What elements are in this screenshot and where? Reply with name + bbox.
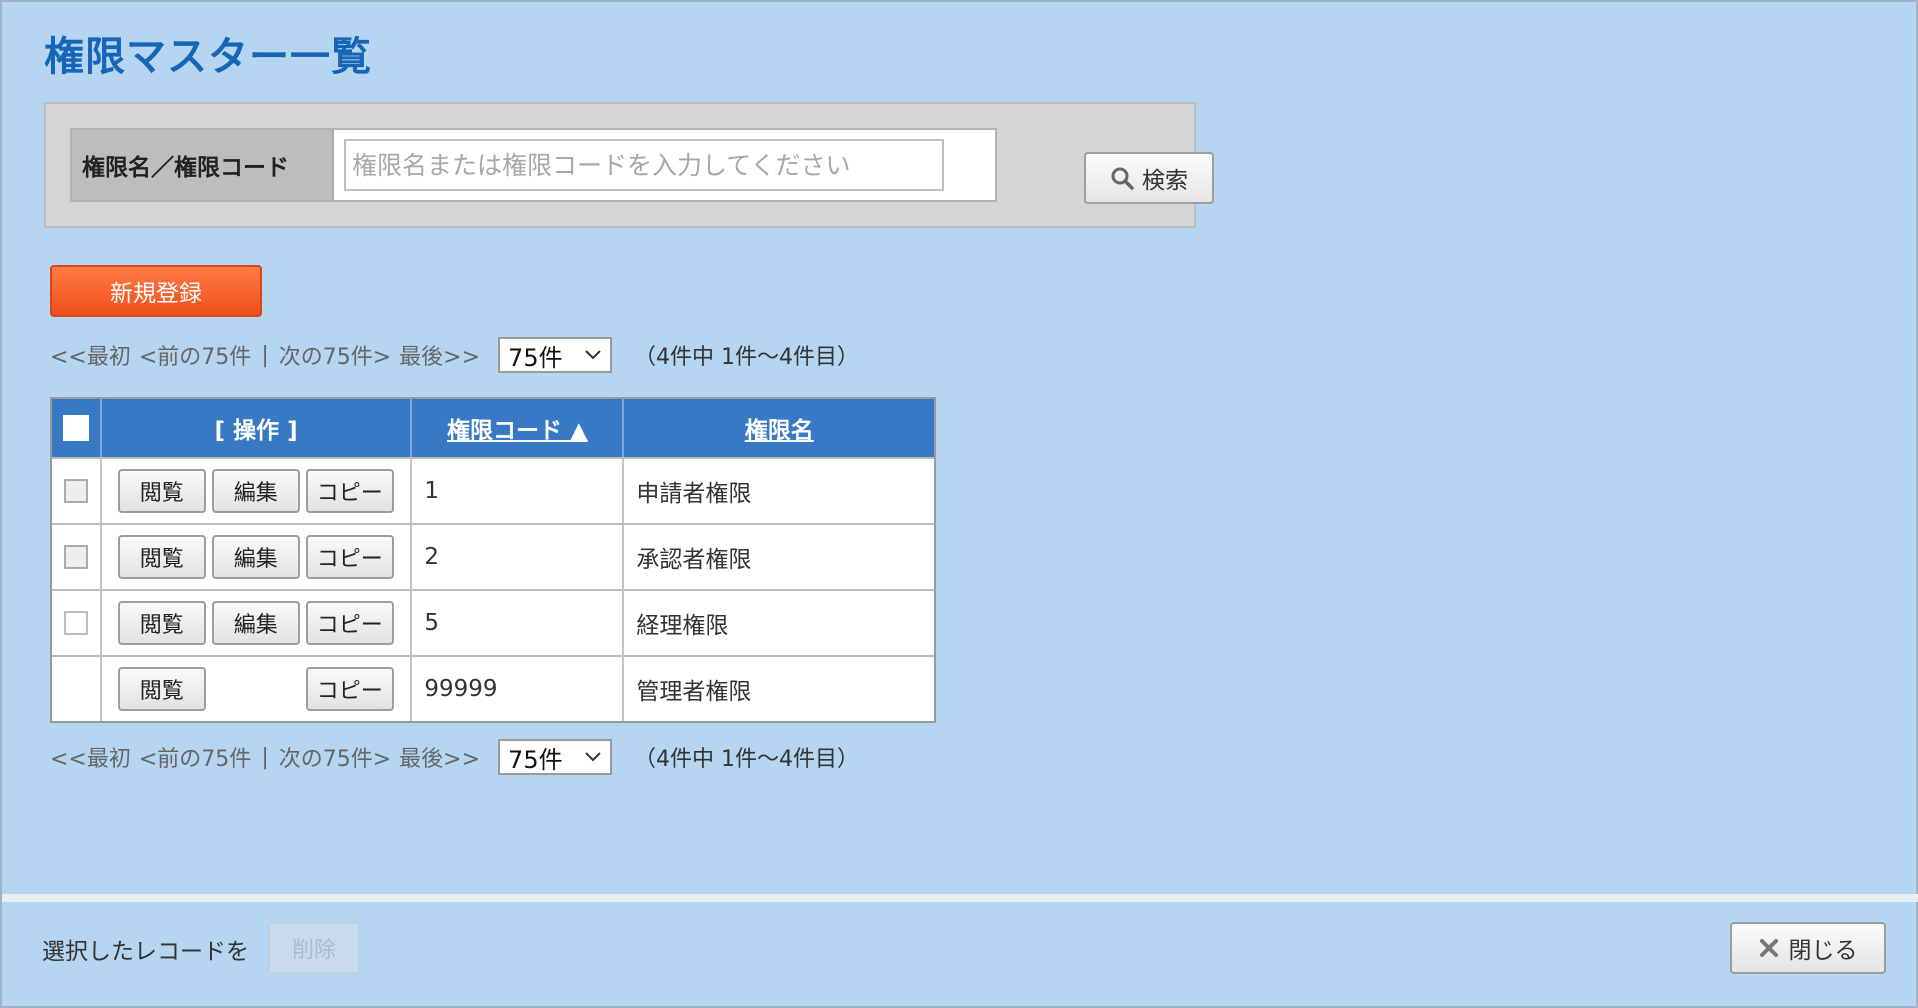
new-register-button[interactable]: 新規登録 xyxy=(50,265,262,317)
search-icon xyxy=(1111,167,1134,190)
per-page-value: 75件 xyxy=(508,745,563,774)
chevron-down-icon xyxy=(585,752,601,762)
header-ops: [ 操作 ] xyxy=(99,399,411,457)
view-button[interactable]: 閲覧 xyxy=(117,535,206,579)
pager-separator: | xyxy=(261,744,269,770)
row-checkbox[interactable] xyxy=(63,611,88,635)
header-code-cell: 権限コード ▲ xyxy=(410,399,622,457)
view-button[interactable]: 閲覧 xyxy=(117,469,206,513)
edit-button[interactable]: 編集 xyxy=(211,535,300,579)
footer-divider xyxy=(2,894,1918,902)
row-code: 2 xyxy=(410,525,622,589)
search-input[interactable] xyxy=(344,139,944,191)
per-page-value: 75件 xyxy=(508,343,563,372)
pager-next-link[interactable]: 次の75件> xyxy=(279,339,391,371)
row-ops-cell: 閲覧 編集 コピー xyxy=(99,525,411,589)
row-ops-cell: 閲覧 編集 コピー xyxy=(99,591,411,655)
row-code: 1 xyxy=(410,459,622,523)
close-icon xyxy=(1759,939,1778,957)
table-row: 閲覧 編集 コピー 2 承認者権限 xyxy=(52,523,934,589)
row-name: 管理者権限 xyxy=(622,657,934,721)
table-row: 閲覧 編集 コピー 5 経理権限 xyxy=(52,589,934,655)
table-header-row: [ 操作 ] 権限コード ▲ 権限名 xyxy=(52,399,934,457)
table-row: 閲覧 編集 コピー 1 申請者権限 xyxy=(52,457,934,523)
pager-bottom: <<最初 <前の75件 | 次の75件> 最後>> 75件 （4件中 1件〜4件… xyxy=(50,738,859,776)
copy-button[interactable]: コピー xyxy=(305,469,394,513)
header-name-cell: 権限名 xyxy=(622,399,934,457)
pager-info: （4件中 1件〜4件目） xyxy=(634,747,860,772)
pager-prev-link[interactable]: <前の75件 xyxy=(139,339,251,371)
close-button[interactable]: 閉じる xyxy=(1730,922,1886,974)
edit-button[interactable]: 編集 xyxy=(211,601,300,645)
view-button[interactable]: 閲覧 xyxy=(117,667,206,711)
pager-first-link[interactable]: <<最初 xyxy=(50,741,131,773)
page-title: 権限マスター一覧 xyxy=(44,34,372,80)
pager-next-link[interactable]: 次の75件> xyxy=(279,741,391,773)
row-check-cell xyxy=(52,525,100,589)
search-button[interactable]: 検索 xyxy=(1084,152,1214,204)
copy-button[interactable]: コピー xyxy=(305,667,394,711)
authority-table: [ 操作 ] 権限コード ▲ 権限名 閲覧 編集 コピー 1 申請者権限 閲覧 … xyxy=(50,397,936,723)
edit-button[interactable]: 編集 xyxy=(211,469,300,513)
row-ops-cell: 閲覧 コピー xyxy=(99,657,411,721)
copy-button[interactable]: コピー xyxy=(305,535,394,579)
per-page-select[interactable]: 75件 xyxy=(498,739,613,775)
row-ops-cell: 閲覧 編集 コピー xyxy=(99,459,411,523)
row-checkbox[interactable] xyxy=(63,479,88,503)
search-input-wrap xyxy=(334,130,995,200)
per-page-select[interactable]: 75件 xyxy=(498,337,613,373)
search-panel: 権限名／権限コード 検索 xyxy=(44,102,1214,228)
copy-button[interactable]: コピー xyxy=(305,601,394,645)
row-code: 99999 xyxy=(410,657,622,721)
row-name: 経理権限 xyxy=(622,591,934,655)
row-name: 申請者権限 xyxy=(622,459,934,523)
view-button[interactable]: 閲覧 xyxy=(117,601,206,645)
delete-button[interactable]: 削除 xyxy=(268,922,360,974)
row-check-cell xyxy=(52,657,100,721)
pager-first-link[interactable]: <<最初 xyxy=(50,339,131,371)
pager-top: <<最初 <前の75件 | 次の75件> 最後>> 75件 （4件中 1件〜4件… xyxy=(50,336,859,374)
row-check-cell xyxy=(52,459,100,523)
row-check-cell xyxy=(52,591,100,655)
pager-info: （4件中 1件〜4件目） xyxy=(634,345,860,370)
sort-name-link[interactable]: 権限名 xyxy=(745,411,814,445)
table-row: 閲覧 コピー 99999 管理者権限 xyxy=(52,655,934,721)
search-button-label: 検索 xyxy=(1142,168,1188,194)
search-row: 権限名／権限コード xyxy=(70,128,997,202)
pager-prev-link[interactable]: <前の75件 xyxy=(139,741,251,773)
search-label: 権限名／権限コード xyxy=(72,130,334,200)
row-code: 5 xyxy=(410,591,622,655)
pager-last-link[interactable]: 最後>> xyxy=(399,741,480,773)
header-check-cell xyxy=(52,399,100,457)
row-checkbox[interactable] xyxy=(63,545,88,569)
window: 権限マスター一覧 権限名／権限コード 検索 新規登録 <<最初 <前の75件 |… xyxy=(0,0,1918,1008)
close-button-label: 閉じる xyxy=(1788,938,1858,964)
selection-label: 選択したレコードを xyxy=(42,939,249,965)
pager-separator: | xyxy=(261,342,269,368)
chevron-down-icon xyxy=(585,350,601,360)
sort-code-link[interactable]: 権限コード ▲ xyxy=(447,411,588,445)
select-all-checkbox[interactable] xyxy=(62,415,89,441)
row-name: 承認者権限 xyxy=(622,525,934,589)
pager-last-link[interactable]: 最後>> xyxy=(399,339,480,371)
